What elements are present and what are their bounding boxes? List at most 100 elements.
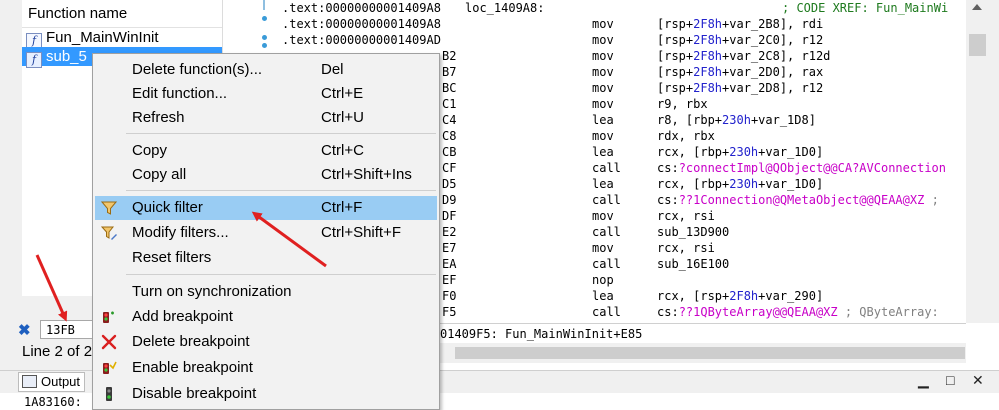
line-operands: rcx, rsi	[657, 241, 715, 255]
funnel-icon	[101, 201, 117, 215]
menu-item-copy[interactable]: Copy Ctrl+C	[95, 139, 437, 163]
menu-item-label: Turn on synchronization	[132, 283, 292, 300]
restore-icon[interactable]: □	[946, 372, 954, 388]
functions-status-line: Line 2 of 2	[22, 343, 93, 360]
line-mnemonic: mov	[592, 65, 614, 79]
menu-item-label: Enable breakpoint	[132, 359, 253, 376]
line-address: CB	[442, 145, 457, 159]
menu-item-refresh[interactable]: Refresh Ctrl+U	[95, 106, 437, 130]
close-icon[interactable]: ✕	[972, 372, 984, 389]
quick-filter-input[interactable]: 13FB	[40, 320, 94, 339]
menu-item-shortcut: Del	[321, 61, 344, 78]
menu-item-delete-functions[interactable]: Delete function(s)... Del	[95, 58, 437, 82]
menu-item-edit-function[interactable]: Edit function... Ctrl+E	[95, 82, 437, 106]
menu-item-label: Delete breakpoint	[132, 333, 250, 350]
disassembly-line[interactable]: .text:00000000001409AD mov [rsp+2F8h+var_2…	[280, 32, 966, 48]
line-operands: cs:??1Connection@QMetaObject@@QEAA@XZ ;	[657, 193, 939, 207]
line-address: EF	[442, 273, 457, 287]
line-mnemonic: mov	[592, 33, 614, 47]
menu-item-modify-filters[interactable]: Modify filters... Ctrl+Shift+F	[95, 221, 437, 245]
line-address: BC	[442, 81, 457, 95]
menu-item-label: Disable breakpoint	[132, 385, 257, 402]
line-mnemonic: mov	[592, 129, 614, 143]
menu-item-label: Quick filter	[132, 199, 203, 216]
disassembly-line[interactable]: .text:00000000001409A8 mov [rsp+2F8h+var_2…	[280, 16, 966, 32]
menu-item-enable-breakpoint[interactable]: Enable breakpoint	[95, 356, 437, 380]
menu-item-label: Modify filters...	[132, 224, 229, 241]
line-address: D9	[442, 193, 457, 207]
menu-item-reset-filters[interactable]: Reset filters	[95, 246, 437, 270]
line-address: C8	[442, 129, 457, 143]
menu-item-label: Edit function...	[132, 85, 228, 102]
line-operands: rcx, [rbp+230h+var_1D0]	[657, 177, 824, 191]
scroll-up-arrow-icon[interactable]	[972, 4, 982, 10]
function-icon: f	[26, 52, 42, 68]
line-operands: rcx, rsi	[657, 209, 715, 223]
line-address: F5	[442, 305, 457, 319]
disassembly-line[interactable]: .text:00000000001409A8 loc_1409A8: ; CODE …	[280, 0, 966, 16]
line-address: B7	[442, 65, 457, 79]
gutter-dot	[262, 35, 267, 40]
line-operands: [rsp+2F8h+var_2C0], r12	[657, 33, 824, 47]
line-mnemonic: mov	[592, 241, 614, 255]
line-mnemonic: mov	[592, 17, 614, 31]
line-address: .text:00000000001409A8	[282, 1, 441, 15]
gutter-line	[263, 0, 265, 10]
menu-item-add-breakpoint[interactable]: Add breakpoint	[95, 305, 437, 329]
line-xref-comment: ; CODE XREF: Fun_MainWi	[782, 1, 949, 15]
disassembly-location-status: 01409F5: Fun_MainWinInit+E85	[440, 323, 966, 344]
line-address: .text:00000000001409AD	[282, 33, 441, 47]
line-address: C4	[442, 113, 457, 127]
line-operands: sub_13D900	[657, 225, 730, 239]
line-operands: [rsp+2F8h+var_2D8], r12	[657, 81, 824, 95]
context-menu: Delete function(s)... Del Edit function.…	[92, 53, 440, 410]
menu-item-quick-filter[interactable]: Quick filter Ctrl+F	[95, 196, 437, 220]
menu-item-label: Refresh	[132, 109, 185, 126]
menu-separator	[126, 274, 436, 275]
line-operands: cs:??1QByteArray@@QEAA@XZ ; QByteArray:	[657, 305, 939, 319]
menu-item-shortcut: Ctrl+Shift+F	[321, 224, 402, 241]
line-mnemonic: mov	[592, 97, 614, 111]
line-mnemonic: lea	[592, 145, 614, 159]
line-operands: r9, rbx	[657, 97, 708, 111]
minimize-icon[interactable]: ▁	[918, 372, 929, 389]
line-mnemonic: mov	[592, 81, 614, 95]
line-mnemonic: lea	[592, 289, 614, 303]
enable-breakpoint-icon	[103, 361, 117, 374]
function-name: sub_5	[46, 48, 87, 65]
menu-separator	[126, 190, 436, 191]
vertical-scroll-thumb[interactable]	[969, 34, 986, 56]
line-mnemonic: call	[592, 225, 621, 239]
line-label: loc_1409A8:	[465, 1, 545, 15]
output-window-icon	[22, 375, 37, 388]
line-address: EA	[442, 257, 457, 271]
menu-item-shortcut: Ctrl+C	[321, 142, 364, 159]
menu-item-shortcut: Ctrl+U	[321, 109, 364, 126]
menu-item-label: Add breakpoint	[132, 308, 233, 325]
menu-item-copy-all[interactable]: Copy all Ctrl+Shift+Ins	[95, 163, 437, 187]
menu-item-disable-breakpoint[interactable]: Disable breakpoint	[95, 382, 437, 406]
line-mnemonic: lea	[592, 113, 614, 127]
function-row-fun-mainwininit[interactable]: f Fun_MainWinInit	[22, 28, 222, 49]
menu-item-shortcut: Ctrl+Shift+Ins	[321, 166, 412, 183]
horizontal-scroll-thumb[interactable]	[455, 347, 965, 359]
line-operands: cs:?connectImpl@QObject@@CA?AVConnection	[657, 161, 946, 175]
menu-separator	[126, 133, 436, 134]
function-name: Fun_MainWinInit	[46, 29, 159, 46]
delete-x-icon	[101, 334, 117, 350]
line-address: CF	[442, 161, 457, 175]
menu-item-delete-breakpoint[interactable]: Delete breakpoint	[95, 330, 437, 354]
line-operands: rcx, [rsp+2F8h+var_290]	[657, 289, 824, 303]
close-filter-icon[interactable]: ✖	[18, 321, 31, 339]
line-address: .text:00000000001409A8	[282, 17, 441, 31]
line-mnemonic: mov	[592, 49, 614, 63]
menu-item-turn-on-synchronization[interactable]: Turn on synchronization	[95, 280, 437, 304]
line-mnemonic: lea	[592, 177, 614, 191]
menu-item-label: Reset filters	[132, 249, 212, 266]
functions-column-header[interactable]: Function name	[22, 0, 222, 28]
line-mnemonic: mov	[592, 209, 614, 223]
line-address: E2	[442, 225, 457, 239]
line-address: E7	[442, 241, 457, 255]
output-text: 1A83160:	[24, 395, 82, 409]
line-operands: sub_16E100	[657, 257, 730, 271]
